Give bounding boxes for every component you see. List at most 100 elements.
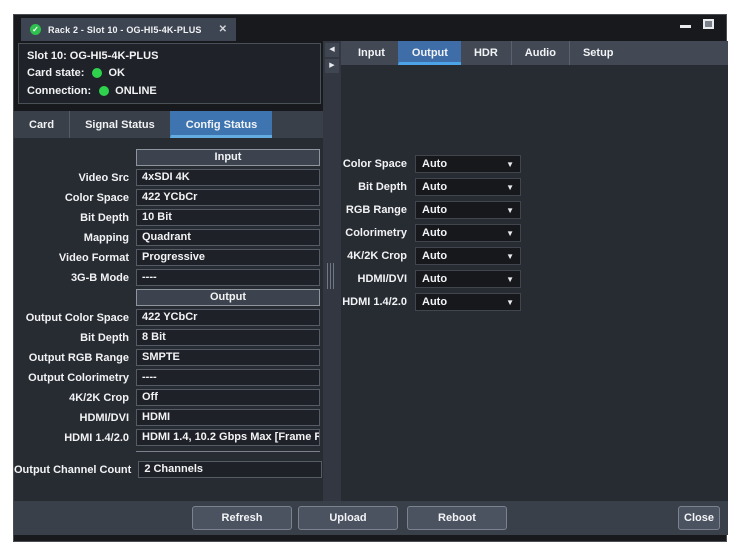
dropdown-value: Auto <box>422 273 447 285</box>
section-divider <box>136 451 320 452</box>
field-value: 10 Bit <box>136 209 320 226</box>
upload-button[interactable]: Upload <box>298 506 398 530</box>
tab-setup[interactable]: Setup <box>569 41 627 65</box>
tab-audio[interactable]: Audio <box>511 41 569 65</box>
chevron-down-icon: ▼ <box>506 160 514 169</box>
left-tab-bar: Card Signal Status Config Status <box>14 111 323 138</box>
rack-slot-tab-label: Rack 2 - Slot 10 - OG-HI5-4K-PLUS <box>48 25 202 35</box>
hdmi-dvi-dropdown[interactable]: Auto ▼ <box>415 270 521 288</box>
field-row-output-color-space: Output Color Space 422 YCbCr <box>14 309 323 326</box>
chevron-down-icon: ▼ <box>506 275 514 284</box>
tab-output[interactable]: Output <box>398 41 461 65</box>
connection-status-icon <box>99 86 109 96</box>
field-label: 4K/2K Crop <box>14 392 136 404</box>
crop-dropdown[interactable]: Auto ▼ <box>415 247 521 265</box>
chevron-down-icon: ▼ <box>506 298 514 307</box>
field-row-output-rgb-range: Output RGB Range SMPTE <box>14 349 323 366</box>
connection-row: Connection: ONLINE <box>27 85 312 97</box>
field-row-output-colorimetry: Output Colorimetry ---- <box>14 369 323 386</box>
field-value: SMPTE <box>136 349 320 366</box>
field-value: 8 Bit <box>136 329 320 346</box>
field-value: Off <box>136 389 320 406</box>
close-button[interactable]: Close <box>678 506 720 530</box>
reboot-button[interactable]: Reboot <box>407 506 507 530</box>
dropdown-value: Auto <box>422 227 447 239</box>
input-section-header: Input <box>136 149 320 166</box>
colorimetry-dropdown[interactable]: Auto ▼ <box>415 224 521 242</box>
collapse-left-icon[interactable]: ◀ <box>325 43 339 57</box>
card-info-panel: Slot 10: OG-HI5-4K-PLUS Card state: OK C… <box>18 43 321 104</box>
field-label: Bit Depth <box>14 212 136 224</box>
right-panel: Input Output HDR Audio Setup Color Space… <box>341 41 728 501</box>
field-value: ---- <box>136 369 320 386</box>
output-settings-panel: Color Space Auto ▼ Bit Depth Auto ▼ RGB … <box>341 65 728 501</box>
right-tab-bar: Input Output HDR Audio Setup <box>341 41 728 65</box>
tab-close-icon[interactable]: ✕ <box>219 24 227 35</box>
tab-signal-status[interactable]: Signal Status <box>69 111 170 138</box>
dropdown-value: Auto <box>422 181 447 193</box>
field-row-output-channel-count: Output Channel Count 2 Channels <box>14 461 323 478</box>
field-label: Output RGB Range <box>14 352 136 364</box>
dropdown-value: Auto <box>422 296 447 308</box>
field-label: HDMI 1.4/2.0 <box>14 432 136 444</box>
field-value: 2 Channels <box>138 461 322 478</box>
field-row-hdmi-14-20: HDMI 1.4/2.0 HDMI 1.4, 10.2 Gbps Max [Fr… <box>14 429 323 446</box>
color-space-dropdown[interactable]: Auto ▼ <box>415 155 521 173</box>
dropdown-value: Auto <box>422 158 447 170</box>
setting-row-bit-depth: Bit Depth Auto ▼ <box>341 178 728 196</box>
field-row-4k2k-crop: 4K/2K Crop Off <box>14 389 323 406</box>
app-window: ✓ Rack 2 - Slot 10 - OG-HI5-4K-PLUS ✕ Sl… <box>13 14 727 542</box>
panel-splitter[interactable]: ◀ ▶ <box>323 41 341 501</box>
section-header-row: Output <box>14 289 323 306</box>
setting-row-colorimetry: Colorimetry Auto ▼ <box>341 224 728 242</box>
field-value: 422 YCbCr <box>136 189 320 206</box>
tab-hdr[interactable]: HDR <box>461 41 511 65</box>
setting-label: Color Space <box>341 158 415 170</box>
setting-label: Colorimetry <box>341 227 415 239</box>
setting-label: HDMI/DVI <box>341 273 415 285</box>
slot-title: Slot 10: OG-HI5-4K-PLUS <box>27 50 312 62</box>
field-label: Output Colorimetry <box>14 372 136 384</box>
minimize-icon[interactable] <box>680 25 691 28</box>
tab-input[interactable]: Input <box>345 41 398 65</box>
splitter-grip-icon[interactable] <box>327 263 334 289</box>
dropdown-value: Auto <box>422 204 447 216</box>
card-state-status-icon <box>92 68 102 78</box>
collapse-right-icon[interactable]: ▶ <box>325 59 339 73</box>
tab-config-status[interactable]: Config Status <box>170 111 273 138</box>
setting-row-rgb-range: RGB Range Auto ▼ <box>341 201 728 219</box>
field-row-hdmi-dvi: HDMI/DVI HDMI <box>14 409 323 426</box>
field-label: Mapping <box>14 232 136 244</box>
card-state-row: Card state: OK <box>27 67 312 79</box>
field-row-output-bit-depth: Bit Depth 8 Bit <box>14 329 323 346</box>
field-row-mapping: Mapping Quadrant <box>14 229 323 246</box>
chevron-down-icon: ▼ <box>506 183 514 192</box>
field-value: HDMI 1.4, 10.2 Gbps Max [Frame Rate] <box>136 429 320 446</box>
bit-depth-dropdown[interactable]: Auto ▼ <box>415 178 521 196</box>
window-controls <box>680 19 714 29</box>
field-row-bit-depth: Bit Depth 10 Bit <box>14 209 323 226</box>
field-label: Output Color Space <box>14 312 136 324</box>
field-value: 4xSDI 4K <box>136 169 320 186</box>
field-value: Quadrant <box>136 229 320 246</box>
field-value: ---- <box>136 269 320 286</box>
setting-label: HDMI 1.4/2.0 <box>341 296 415 308</box>
rgb-range-dropdown[interactable]: Auto ▼ <box>415 201 521 219</box>
setting-label: Bit Depth <box>341 181 415 193</box>
field-row-video-format: Video Format Progressive <box>14 249 323 266</box>
field-label: Color Space <box>14 192 136 204</box>
footer-bar: Refresh Upload Reboot Close <box>14 501 728 535</box>
setting-row-hdmi-14-20: HDMI 1.4/2.0 Auto ▼ <box>341 293 728 311</box>
rack-slot-tab[interactable]: ✓ Rack 2 - Slot 10 - OG-HI5-4K-PLUS ✕ <box>21 18 236 41</box>
field-row-3gb-mode: 3G-B Mode ---- <box>14 269 323 286</box>
tab-card[interactable]: Card <box>14 111 69 138</box>
field-row-video-src: Video Src 4xSDI 4K <box>14 169 323 186</box>
refresh-button[interactable]: Refresh <box>192 506 292 530</box>
maximize-icon[interactable] <box>703 19 714 29</box>
field-label: HDMI/DVI <box>14 412 136 424</box>
hdmi-version-dropdown[interactable]: Auto ▼ <box>415 293 521 311</box>
slot-title-text: Slot 10: OG-HI5-4K-PLUS <box>27 50 158 62</box>
card-state-value: OK <box>108 67 125 79</box>
output-section-header: Output <box>136 289 320 306</box>
field-value: HDMI <box>136 409 320 426</box>
